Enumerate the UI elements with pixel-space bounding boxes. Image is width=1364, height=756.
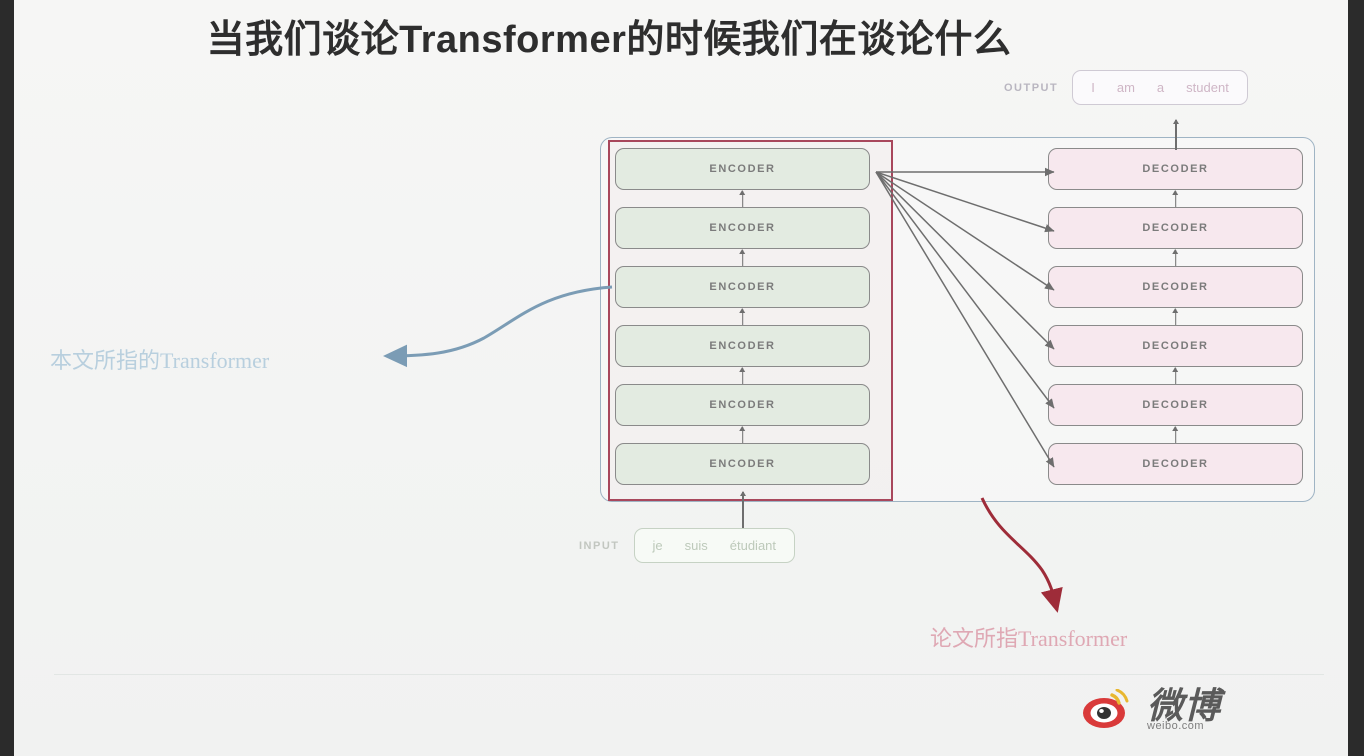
annotation-red-label: 论文所指Transformer bbox=[930, 626, 1128, 651]
slide-stage: 当我们谈论Transformer的时候我们在谈论什么 ENCODER ENCOD… bbox=[0, 0, 1364, 756]
weibo-text-block: 微博 weibo.com bbox=[1147, 688, 1221, 732]
page-title: 当我们谈论Transformer的时候我们在谈论什么 bbox=[206, 19, 1012, 61]
weibo-logo-icon bbox=[1082, 688, 1138, 731]
slide-canvas: 当我们谈论Transformer的时候我们在谈论什么 ENCODER ENCOD… bbox=[14, 0, 1348, 756]
weibo-watermark: 微博 weibo.com bbox=[1082, 688, 1221, 732]
weibo-brand-name: 微博 bbox=[1147, 685, 1222, 726]
transformer-architecture-diagram: ENCODER ENCODER ENCODER ENCODER ENCODER bbox=[14, 0, 1348, 690]
annotation-blue-label: 本文所指的Transformer bbox=[50, 348, 270, 373]
left-letterbox-bar bbox=[0, 0, 14, 756]
red-annotation-arrow bbox=[980, 497, 1063, 613]
right-letterbox-bar bbox=[1348, 0, 1364, 756]
blue-annotation-arrow bbox=[383, 285, 613, 368]
